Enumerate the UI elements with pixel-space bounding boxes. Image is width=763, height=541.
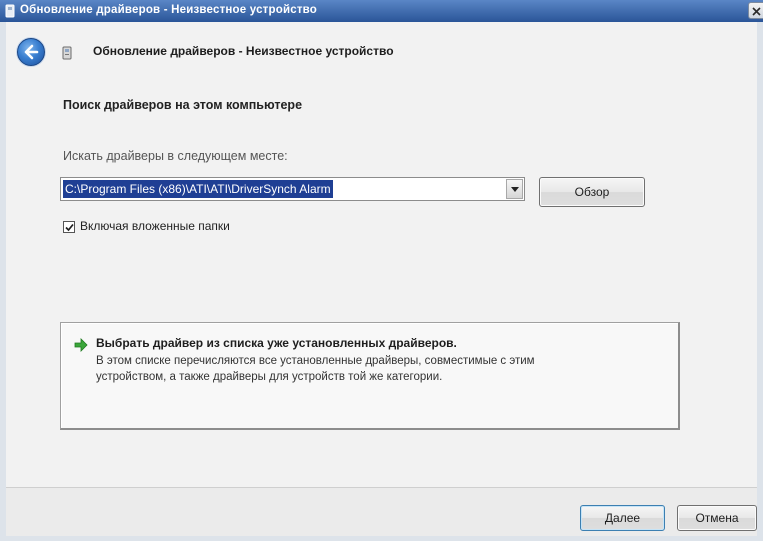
chevron-down-icon: [511, 187, 519, 192]
wizard-header-title: Обновление драйверов - Неизвестное устро…: [93, 44, 394, 58]
location-input-value[interactable]: C:\Program Files (x86)\ATI\ATI\DriverSyn…: [63, 180, 333, 198]
page-heading: Поиск драйверов на этом компьютере: [63, 98, 303, 112]
close-icon: [752, 7, 761, 16]
title-bar[interactable]: Обновление драйверов - Неизвестное устро…: [0, 0, 763, 22]
browse-button[interactable]: Обзор: [539, 177, 645, 207]
location-dropdown-button[interactable]: [506, 179, 523, 199]
location-combobox[interactable]: C:\Program Files (x86)\ATI\ATI\DriverSyn…: [60, 177, 525, 201]
wizard-content: Обновление драйверов - Неизвестное устро…: [6, 22, 757, 487]
device-icon: [5, 4, 15, 18]
window-title: Обновление драйверов - Неизвестное устро…: [20, 4, 317, 16]
close-button[interactable]: [748, 2, 763, 19]
back-arrow-icon: [24, 44, 39, 60]
pick-from-list-description-line: устройством, а также драйверы для устрой…: [96, 371, 443, 383]
wizard-footer: Далее Отмена: [6, 487, 757, 536]
pick-from-list-title[interactable]: Выбрать драйвер из списка уже установлен…: [96, 336, 457, 350]
driver-update-window: Обновление драйверов - Неизвестное устро…: [0, 0, 763, 541]
green-arrow-icon: [74, 338, 88, 352]
pick-from-list-option[interactable]: Выбрать драйвер из списка уже установлен…: [60, 322, 680, 430]
location-label: Искать драйверы в следующем месте:: [63, 149, 288, 163]
checkmark-icon: [65, 223, 74, 232]
include-subfolders-checkbox[interactable]: [63, 221, 75, 233]
include-subfolders-label[interactable]: Включая вложенные папки: [80, 219, 230, 233]
cancel-button[interactable]: Отмена: [677, 505, 757, 531]
next-button[interactable]: Далее: [580, 505, 665, 531]
back-button[interactable]: [17, 38, 45, 66]
pick-from-list-description-line: В этом списке перечисляются все установл…: [96, 355, 535, 367]
device-icon: [62, 45, 73, 60]
